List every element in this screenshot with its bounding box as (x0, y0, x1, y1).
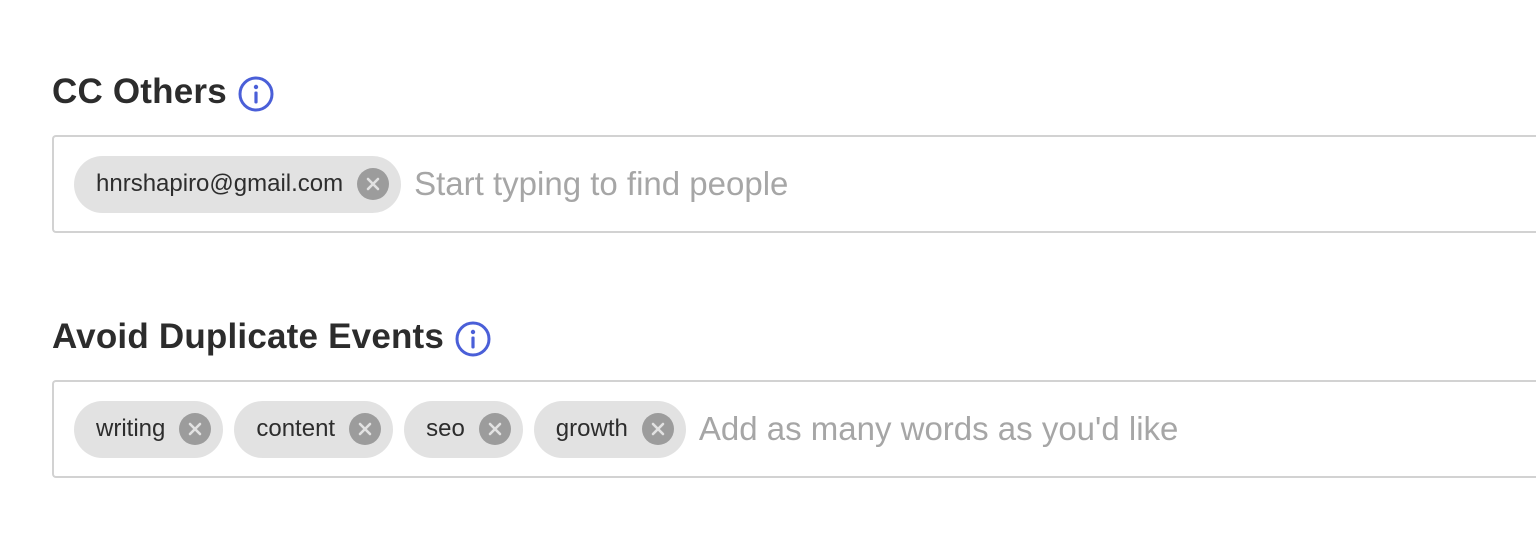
info-icon[interactable] (455, 321, 491, 357)
keyword-chip: growth (533, 400, 686, 458)
avoid-duplicates-field[interactable]: writing content seo growth Add as many w… (52, 380, 1536, 478)
avoid-duplicates-input[interactable] (698, 404, 1479, 454)
cc-others-section: CC Others hnrshapiro@gmail.com (52, 70, 1536, 233)
cc-others-field[interactable]: hnrshapiro@gmail.com (52, 135, 1536, 233)
chip-label: writing (96, 415, 166, 442)
cc-others-label-row: CC Others (52, 70, 274, 114)
avoid-duplicates-label: Avoid Duplicate Events (52, 317, 445, 356)
email-chip: hnrshapiro@gmail.com (74, 155, 402, 213)
cc-others-input[interactable] (414, 159, 1195, 209)
avoid-duplicates-label-row: Avoid Duplicate Events (52, 315, 491, 359)
keyword-chip: seo (404, 400, 523, 458)
remove-chip-icon[interactable] (478, 413, 511, 445)
chip-label: content (256, 415, 336, 442)
remove-chip-icon[interactable] (641, 413, 674, 445)
chip-label: hnrshapiro@gmail.com (96, 170, 344, 197)
remove-chip-icon[interactable] (357, 168, 390, 200)
keyword-chip: content (234, 400, 394, 458)
remove-chip-icon[interactable] (179, 413, 212, 445)
keyword-chip: writing (74, 400, 224, 458)
cc-others-label: CC Others (52, 72, 227, 111)
chip-label: growth (555, 415, 628, 442)
avoid-duplicates-section: Avoid Duplicate Events writing content s… (52, 315, 1536, 478)
remove-chip-icon[interactable] (349, 413, 382, 445)
info-icon[interactable] (238, 76, 274, 112)
chip-label: seo (426, 415, 465, 442)
